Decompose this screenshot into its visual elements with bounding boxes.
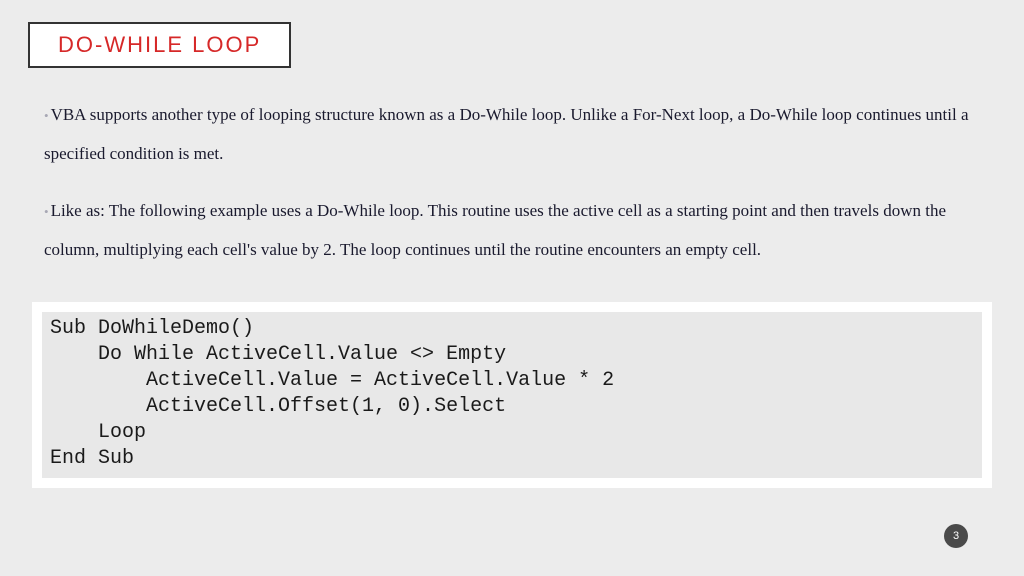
page-number-text: 3 [953,530,959,542]
bullet-icon: • [44,204,49,219]
paragraph-1: •VBA supports another type of looping st… [44,95,980,173]
slide-title: DO-WHILE LOOP [58,32,261,58]
paragraph-2: •Like as: The following example uses a D… [44,191,980,269]
page-number-badge: 3 [944,524,968,548]
bullet-icon: • [44,108,49,123]
paragraph-2-text: Like as: The following example uses a Do… [44,201,946,259]
title-box: DO-WHILE LOOP [28,22,291,68]
code-sample: Sub DoWhileDemo() Do While ActiveCell.Va… [42,312,982,478]
content-area: •VBA supports another type of looping st… [44,95,980,287]
paragraph-1-text: VBA supports another type of looping str… [44,105,969,163]
code-block-container: Sub DoWhileDemo() Do While ActiveCell.Va… [32,302,992,488]
